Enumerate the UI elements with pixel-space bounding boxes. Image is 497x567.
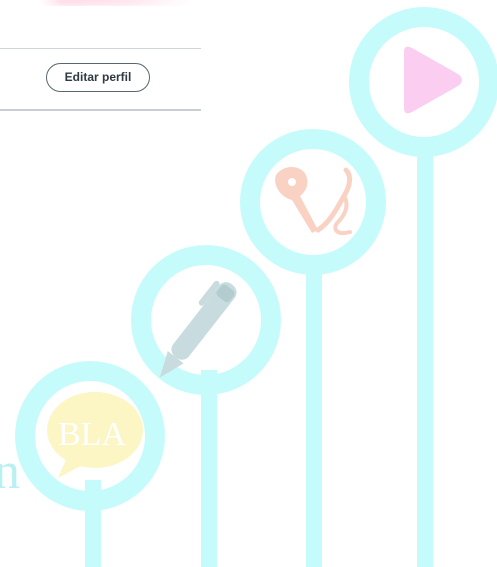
stem-2 bbox=[201, 370, 217, 567]
stem-3 bbox=[306, 258, 322, 567]
stem-4 bbox=[417, 140, 433, 567]
header-remnant-blur bbox=[40, 0, 190, 6]
bubble-text: BLA bbox=[58, 416, 126, 453]
fountain-pen-nib-icon bbox=[275, 166, 353, 235]
edge-letter: n bbox=[0, 443, 20, 500]
speech-bubble-icon: BLA bbox=[47, 392, 143, 478]
header-remnant bbox=[40, 0, 190, 6]
page: BLA Editar perfil n bbox=[0, 0, 497, 567]
play-icon bbox=[404, 46, 462, 114]
edit-profile-button[interactable]: Editar perfil bbox=[46, 63, 150, 92]
ring-3 bbox=[240, 129, 386, 275]
profile-actions-bar: Editar perfil bbox=[0, 48, 201, 111]
